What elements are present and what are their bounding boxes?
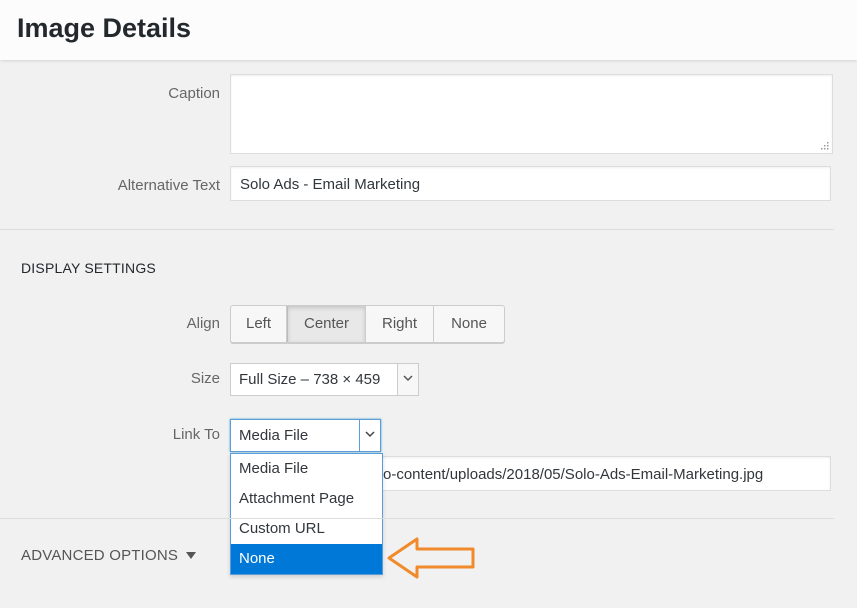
align-none-button[interactable]: None	[434, 306, 504, 342]
caption-label: Caption	[168, 85, 220, 102]
caption-textarea[interactable]	[230, 74, 833, 154]
divider	[0, 229, 834, 230]
dropdown-option-attachment-page[interactable]: Attachment Page	[231, 484, 382, 514]
link-to-select-toggle[interactable]	[359, 420, 380, 451]
link-to-dropdown: Media File Attachment Page Custom URL No…	[230, 453, 383, 575]
advanced-options-toggle[interactable]: ADVANCED OPTIONS	[21, 547, 197, 564]
align-center-button[interactable]: Center	[287, 306, 366, 342]
link-to-label: Link To	[172, 426, 220, 443]
left-arrow-icon	[387, 537, 475, 579]
divider	[0, 518, 834, 519]
link-to-select[interactable]: Media File	[230, 419, 381, 452]
size-select[interactable]: Full Size – 738 × 459	[230, 363, 419, 396]
align-right-button[interactable]: Right	[366, 306, 434, 342]
align-left-button[interactable]: Left	[231, 306, 287, 342]
size-select-value: Full Size – 738 × 459	[239, 371, 381, 388]
dropdown-option-none[interactable]: None	[231, 544, 382, 574]
alt-text-input[interactable]: Solo Ads - Email Marketing	[230, 166, 831, 201]
align-label: Align	[186, 315, 220, 332]
advanced-options-label: ADVANCED OPTIONS	[21, 547, 179, 564]
size-label: Size	[190, 370, 220, 387]
display-settings-title: DISPLAY SETTINGS	[21, 260, 156, 276]
resize-grip-icon[interactable]	[820, 141, 829, 150]
alt-text-label: Alternative Text	[117, 177, 220, 194]
size-select-toggle[interactable]	[397, 364, 418, 395]
modal-header: Image Details	[0, 0, 857, 60]
triangle-down-icon	[186, 552, 197, 559]
dropdown-option-media-file[interactable]: Media File	[231, 454, 382, 484]
chevron-down-icon	[365, 431, 375, 438]
align-button-group: Left Center Right None	[230, 305, 505, 343]
page-title: Image Details	[17, 13, 192, 43]
chevron-down-icon	[403, 375, 413, 382]
link-to-select-value: Media File	[239, 427, 309, 444]
